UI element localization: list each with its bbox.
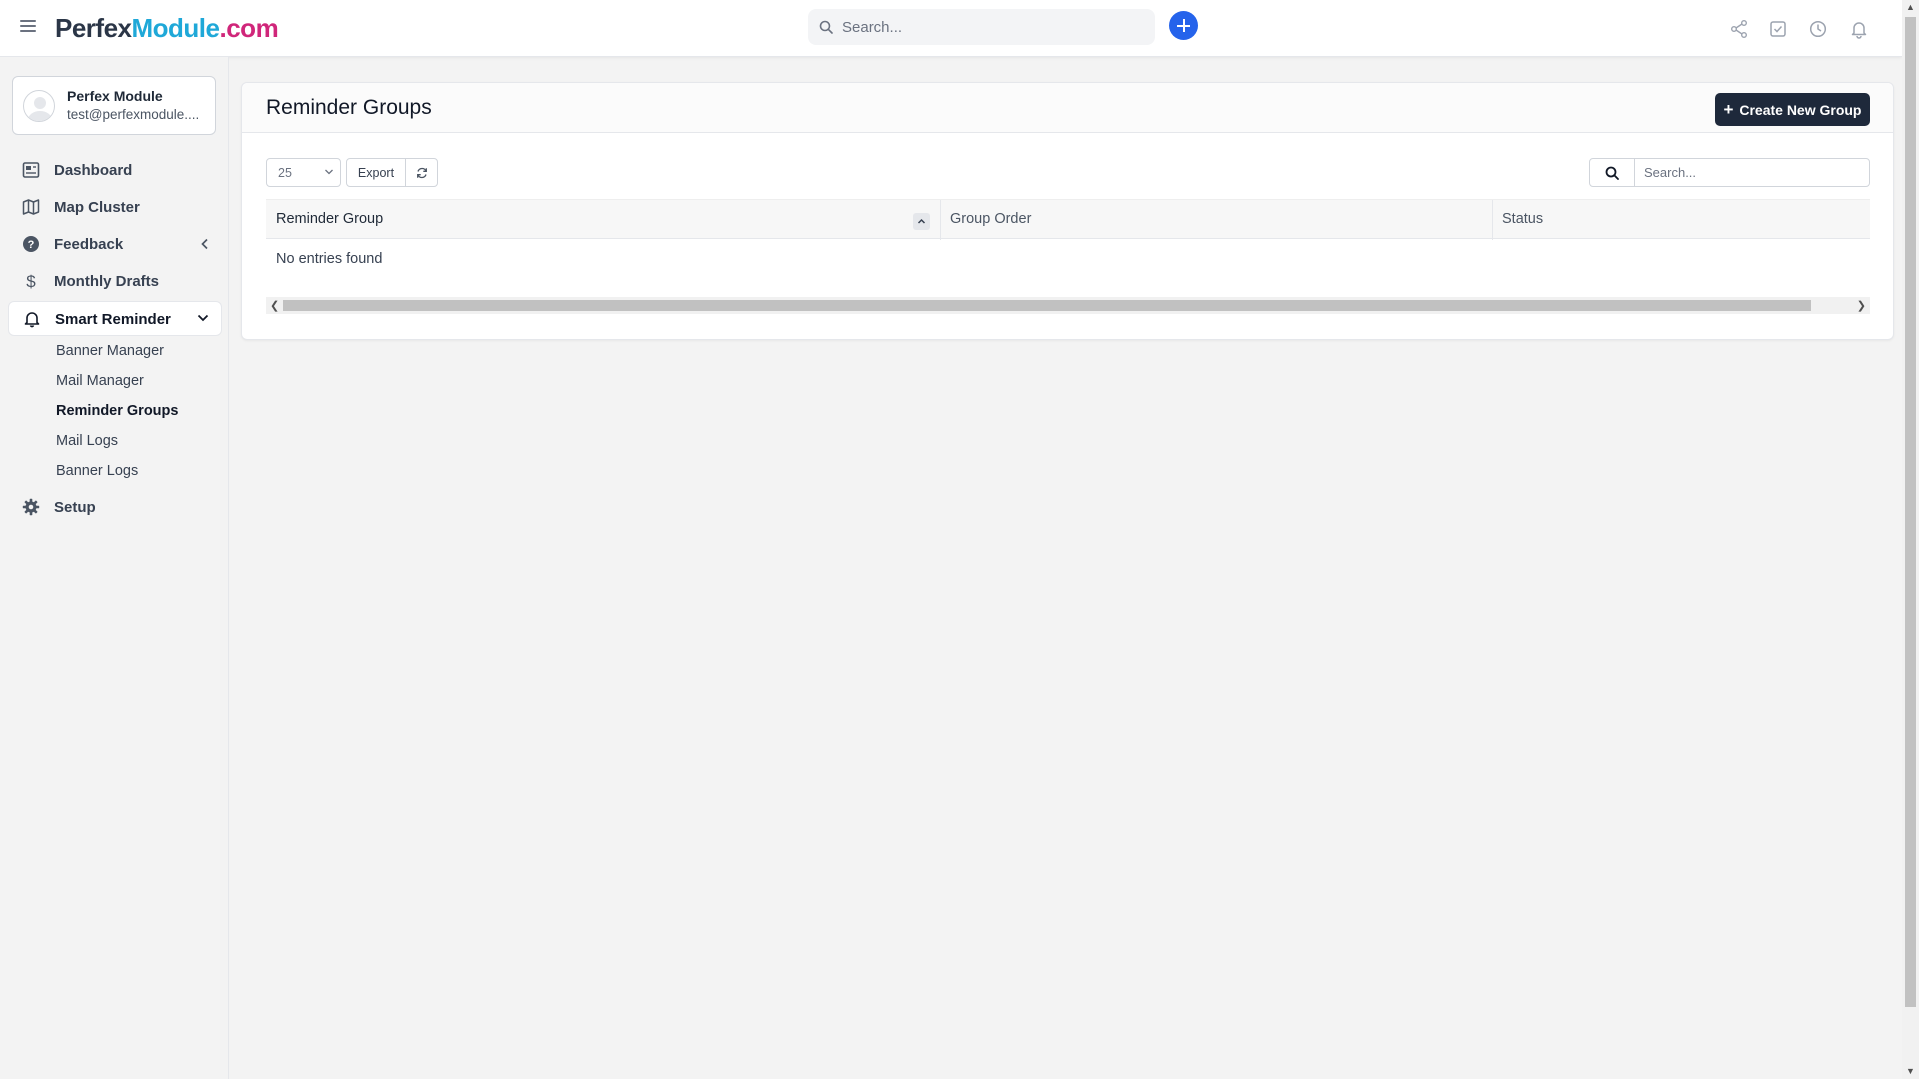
create-new-group-label: Create New Group <box>1739 101 1862 118</box>
bell-icon[interactable] <box>1849 19 1869 39</box>
submenu-item-reminder-groups[interactable]: Reminder Groups <box>56 403 178 419</box>
sidebar-item-label: Dashboard <box>54 162 133 179</box>
submenu-item-mail-logs[interactable]: Mail Logs <box>56 433 118 449</box>
logo-part-module: Module <box>131 13 221 43</box>
top-navbar: PerfexModule.com <box>0 0 1902 57</box>
table-header: Reminder Group Group Order Status <box>266 199 1870 240</box>
reload-button[interactable] <box>405 158 438 187</box>
sort-ascending-icon[interactable] <box>913 213 930 230</box>
gear-icon <box>22 498 40 516</box>
bell-icon <box>24 312 40 328</box>
dashboard-icon <box>22 162 40 178</box>
create-new-group-button[interactable]: + Create New Group <box>1715 93 1870 126</box>
chevron-left-icon <box>201 238 208 250</box>
sidebar-item-label: Smart Reminder <box>55 311 171 328</box>
search-icon <box>1605 166 1619 180</box>
sidebar-item-feedback[interactable]: ? Feedback <box>8 227 222 261</box>
submenu-item-mail-manager[interactable]: Mail Manager <box>56 373 144 389</box>
column-header-reminder-group[interactable]: Reminder Group <box>266 200 940 240</box>
user-profile-card[interactable]: Perfex Module test@perfexmodule.... <box>12 76 216 135</box>
page-length-value: 25 <box>278 166 292 180</box>
logo-part-perfex: Perfex <box>55 13 132 43</box>
question-circle-icon: ? <box>23 236 39 252</box>
reminder-groups-panel: Reminder Groups + Create New Group 25 Ex… <box>241 82 1894 340</box>
sidebar-item-smart-reminder[interactable]: Smart Reminder <box>8 301 222 336</box>
sidebar: Perfex Module test@perfexmodule.... Dash… <box>0 57 229 1079</box>
sidebar-item-label: Setup <box>54 499 96 516</box>
table-scrollbar-thumb[interactable] <box>283 300 1811 311</box>
avatar <box>23 90 55 122</box>
dollar-icon: $ <box>26 272 36 290</box>
logo-part-domain: .com <box>219 13 279 43</box>
submenu-item-banner-logs[interactable]: Banner Logs <box>56 463 138 479</box>
sidebar-item-label: Feedback <box>54 236 124 253</box>
sidebar-item-monthly-drafts[interactable]: $ Monthly Drafts <box>8 264 222 298</box>
page-title: Reminder Groups <box>266 96 432 119</box>
column-header-status[interactable]: Status <box>1492 200 1870 240</box>
share-icon[interactable] <box>1729 19 1749 39</box>
chevron-down-icon <box>325 169 333 175</box>
map-icon <box>22 199 40 215</box>
table-search-button[interactable] <box>1589 158 1635 187</box>
scroll-up-icon[interactable]: ▲ <box>1906 2 1915 12</box>
global-search-input[interactable] <box>842 9 1142 45</box>
column-header-group-order[interactable]: Group Order <box>940 200 1492 240</box>
page-scrollbar-thumb[interactable] <box>1905 17 1916 1007</box>
export-button[interactable]: Export <box>346 158 406 187</box>
scroll-down-icon[interactable]: ▼ <box>1906 1066 1915 1076</box>
sidebar-item-dashboard[interactable]: Dashboard <box>8 153 222 187</box>
sidebar-item-label: Monthly Drafts <box>54 273 159 290</box>
submenu-item-banner-manager[interactable]: Banner Manager <box>56 343 164 359</box>
chevron-down-icon <box>197 314 209 322</box>
table-horizontal-scrollbar[interactable]: ❮ ❯ <box>266 297 1870 314</box>
svg-text:$: $ <box>26 272 36 290</box>
quick-add-button[interactable] <box>1169 11 1198 40</box>
table-search <box>1589 158 1870 187</box>
clock-icon[interactable] <box>1808 19 1828 39</box>
page-scrollbar[interactable]: ▲ ▼ <box>1902 0 1919 1079</box>
plus-icon: + <box>1723 99 1734 119</box>
logo[interactable]: PerfexModule.com <box>55 13 279 44</box>
page-length-select[interactable]: 25 <box>266 158 341 187</box>
scroll-right-icon[interactable]: ❯ <box>1857 299 1866 312</box>
sidebar-item-map-cluster[interactable]: Map Cluster <box>8 190 222 224</box>
svg-text:?: ? <box>28 239 35 251</box>
panel-header: Reminder Groups + Create New Group <box>242 83 1893 133</box>
empty-table-message: No entries found <box>276 251 383 267</box>
profile-email: test@perfexmodule.... <box>67 107 200 122</box>
checkbox-icon[interactable] <box>1768 19 1788 39</box>
sidebar-item-setup[interactable]: Setup <box>8 490 222 524</box>
profile-name: Perfex Module <box>67 88 163 104</box>
refresh-icon <box>417 167 427 179</box>
search-icon <box>819 20 833 34</box>
global-search <box>808 9 1155 45</box>
scroll-left-icon[interactable]: ❮ <box>270 299 279 312</box>
hamburger-menu-icon[interactable] <box>20 20 36 34</box>
table-search-input[interactable] <box>1634 158 1870 187</box>
sidebar-item-label: Map Cluster <box>54 199 140 216</box>
